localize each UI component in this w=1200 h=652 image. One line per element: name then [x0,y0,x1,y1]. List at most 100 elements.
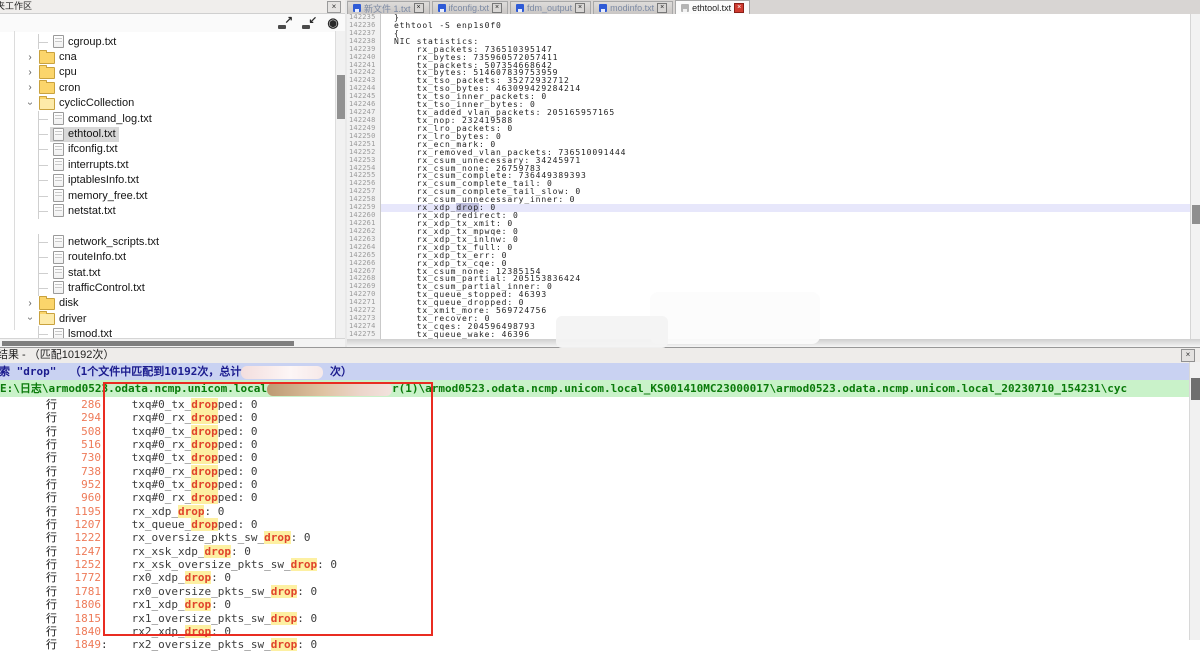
result-line-text: rxq#0_rx_dropped: 0 [132,438,258,451]
scrollbar-thumb[interactable] [337,75,345,119]
tab-1[interactable]: ifconfig.txt× [432,1,509,14]
result-line-number: 1849 [57,638,101,651]
result-line-number: 516 [57,438,101,451]
tab-0[interactable]: 新文件 1.txt× [347,1,430,14]
locate-file-icon[interactable]: ◉ [325,15,341,30]
tab-label: fdm_output [527,3,572,13]
results-vertical-scrollbar[interactable] [1189,362,1200,640]
tree-item-cycliccollection[interactable]: ›cyclicCollection [0,96,335,111]
result-row[interactable]: 行286:txq#0_tx_dropped: 0 [0,398,1200,411]
result-line-number: 1207 [57,518,101,531]
result-line-text: txq#0_tx_dropped: 0 [132,398,258,411]
result-row-label: 行 [46,398,57,411]
close-icon[interactable]: × [575,3,585,13]
tab-2[interactable]: fdm_output× [510,1,591,14]
chevron-right-icon[interactable]: › [24,52,36,63]
tree-item-iptablesinfo.txt[interactable]: iptablesInfo.txt [0,173,335,188]
expand-all-icon[interactable]: ↗ [277,15,293,30]
result-row[interactable]: 行1781:rx0_oversize_pkts_sw_drop: 0 [0,585,1200,598]
result-line-text: rx_xdp_drop: 0 [132,505,225,518]
match-highlight: drop [191,491,218,504]
match-highlight: drop [185,625,212,638]
result-row[interactable]: 行1772:rx0_xdp_drop: 0 [0,571,1200,584]
scrollbar-thumb[interactable] [1192,205,1200,224]
tree-item-disk[interactable]: ›disk [0,296,335,311]
tree-item-lsmod.txt[interactable]: lsmod.txt [0,326,335,338]
tree-item-label: memory_free.txt [68,190,147,202]
match-highlight: drop [271,585,298,598]
result-line-number: 1815 [57,612,101,625]
tab-3[interactable]: modinfo.txt× [593,1,673,14]
chevron-down-icon[interactable]: › [25,97,36,109]
tree-item-ethtool.txt[interactable]: ethtool.txt [0,126,335,141]
tree-item-label: netstat.txt [68,205,116,217]
file-icon [53,158,64,171]
result-row[interactable]: 行516:rxq#0_rx_dropped: 0 [0,438,1200,451]
tree-item-cna[interactable]: ›cna [0,49,335,64]
result-row[interactable]: 行1849:rx2_oversize_pkts_sw_drop: 0 [0,638,1200,651]
close-icon[interactable]: × [734,3,744,13]
result-line-number: 508 [57,425,101,438]
result-row[interactable]: 行1815:rx1_oversize_pkts_sw_drop: 0 [0,612,1200,625]
tree-item-trafficcontrol.txt[interactable]: trafficControl.txt [0,280,335,295]
tree-item-cgroup.txt[interactable]: cgroup.txt [0,34,335,49]
result-row[interactable]: 行1222:rx_oversize_pkts_sw_drop: 0 [0,531,1200,544]
collapse-all-icon[interactable]: ↙ [301,15,317,30]
tree-item-netstat.txt[interactable]: netstat.txt [0,203,335,218]
tree-item-driver[interactable]: ›driver [0,311,335,326]
tree-item-cpu[interactable]: ›cpu [0,65,335,80]
chevron-right-icon[interactable]: › [24,82,36,93]
match-highlight: drop [191,438,218,451]
tree-item-command_log.txt[interactable]: command_log.txt [0,111,335,126]
tree-item-ifconfig.txt[interactable]: ifconfig.txt [0,142,335,157]
result-row[interactable]: 行1207:tx_queue_dropped: 0 [0,518,1200,531]
tree-item-interrupts.txt[interactable]: interrupts.txt [0,157,335,172]
result-line-text: tx_queue_dropped: 0 [132,518,258,531]
scrollbar-thumb[interactable] [1191,378,1200,400]
match-highlight: drop [204,545,231,558]
workspace-panel: 夹工作区 × ↗ ↙ ◉ cgroup.txt›cna›cpu›cron›cyc… [0,0,345,347]
result-row[interactable]: 行1195:rx_xdp_drop: 0 [0,505,1200,518]
editor-vertical-scrollbar[interactable] [1190,14,1200,339]
folder-icon [39,313,55,325]
search-summary-line[interactable]: 搜索 "drop" （1个文件中匹配到10192次，总计 次） [0,363,1200,380]
result-row[interactable]: 行1840:rx2_xdp_drop: 0 [0,625,1200,638]
close-icon[interactable]: × [492,3,502,13]
result-line-number: 1252 [57,558,101,571]
result-row[interactable]: 行1252:rx_xsk_oversize_pkts_sw_drop: 0 [0,558,1200,571]
chevron-right-icon[interactable]: › [24,298,36,309]
result-row[interactable]: 行952:txq#0_tx_dropped: 0 [0,478,1200,491]
close-icon[interactable]: × [414,3,424,13]
close-icon[interactable]: × [657,3,667,13]
result-file-path-line[interactable]: E:\日志\armod0523.odata.ncmp.unicom.localr… [0,380,1200,397]
result-row[interactable]: 行1247:rx_xsk_xdp_drop: 0 [0,545,1200,558]
result-line-number: 738 [57,465,101,478]
workspace-close-icon[interactable]: × [327,1,341,13]
tree-item-cron[interactable]: ›cron [0,80,335,95]
editor[interactable]: 142235}142236ethtool -S enp1s0f0142237{1… [347,14,1190,339]
folder-icon [39,298,55,310]
result-row[interactable]: 行738:rxq#0_rx_dropped: 0 [0,465,1200,478]
tree-item-network_scripts.txt[interactable]: network_scripts.txt [0,234,335,249]
tab-label: 新文件 1.txt [364,2,411,15]
chevron-right-icon[interactable]: › [24,67,36,78]
match-highlight: drop [191,398,218,411]
tree-item-memory_free.txt[interactable]: memory_free.txt [0,188,335,203]
redaction-blob [267,383,392,396]
chevron-down-icon[interactable]: › [25,313,36,325]
result-line-number: 1247 [57,545,101,558]
scrollbar-thumb[interactable] [2,341,294,346]
result-line-number: 1195 [57,505,101,518]
result-row[interactable]: 行730:txq#0_tx_dropped: 0 [0,451,1200,464]
file-icon [53,112,64,125]
results-close-icon[interactable]: × [1181,349,1195,362]
tree-item-stat.txt[interactable]: stat.txt [0,265,335,280]
tree-item-routeinfo.txt[interactable]: routeInfo.txt [0,249,335,264]
result-row[interactable]: 行508:txq#0_tx_dropped: 0 [0,425,1200,438]
result-row[interactable]: 行960:rxq#0_rx_dropped: 0 [0,491,1200,504]
result-row[interactable]: 行1806:rx1_xdp_drop: 0 [0,598,1200,611]
match-highlight: drop [264,531,291,544]
workspace-tree: cgroup.txt›cna›cpu›cron›cyclicCollection… [0,31,335,338]
result-row[interactable]: 行294:rxq#0_rx_dropped: 0 [0,411,1200,424]
tab-4[interactable]: ethtool.txt× [675,0,750,14]
